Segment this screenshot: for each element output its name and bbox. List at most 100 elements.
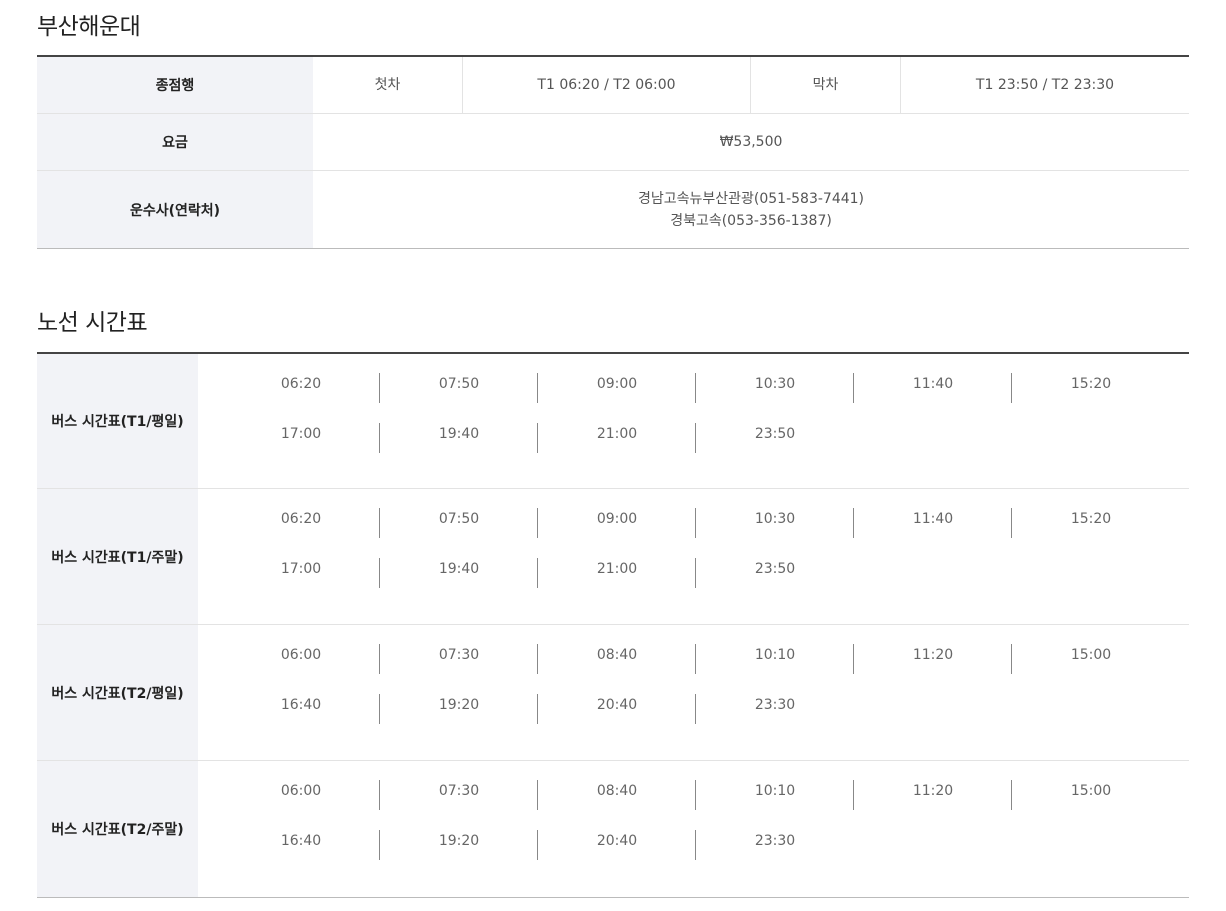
section-title-timetable: 노선 시간표 <box>37 310 148 336</box>
operator-2: 경북고속(053-356-1387) <box>670 212 832 229</box>
departure-time: 23:50 <box>696 558 854 588</box>
departure-time: 06:20 <box>222 508 380 538</box>
operator-value: 경남고속뉴부산관광(051-583-7441) 경북고속(053-356-138… <box>313 171 1189 248</box>
departure-time-text: 11:40 <box>912 376 954 392</box>
timetable-row-label: 버스 시간표(T2/평일) <box>37 625 198 760</box>
departure-time-text: 07:30 <box>438 783 480 799</box>
timetable-times: 06:20 07:50 09:00 10:30 11:40 15:20 17:00 19:40… <box>198 489 1189 624</box>
time-line: 06:20 07:50 09:00 10:30 11:40 15:20 <box>222 372 1189 422</box>
departure-time: 15:20 <box>1012 373 1170 403</box>
route-info-table: 종점행 첫차 T1 06:20 / T2 06:00 막차 T1 23:50 /… <box>37 55 1189 249</box>
operator-1: 경남고속뉴부산관광(051-583-7441) <box>637 190 865 207</box>
departure-time: 09:00 <box>538 508 696 538</box>
timetable: 버스 시간표(T1/평일) 06:20 07:50 09:00 10:30 11:40 15… <box>37 352 1189 898</box>
timetable-row: 버스 시간표(T1/평일) 06:20 07:50 09:00 10:30 11:40 15… <box>37 354 1189 489</box>
departure-time: 19:40 <box>380 558 538 588</box>
timetable-row-label: 버스 시간표(T1/평일) <box>37 354 198 488</box>
departure-time: 10:10 <box>696 644 854 674</box>
departure-time: 19:40 <box>380 423 538 453</box>
info-row-terminal: 종점행 첫차 T1 06:20 / T2 06:00 막차 T1 23:50 /… <box>37 57 1189 114</box>
departure-time-text: 10:10 <box>754 647 796 663</box>
departure-time: 23:30 <box>696 830 854 860</box>
departure-time: 10:30 <box>696 373 854 403</box>
departure-time-text: 19:20 <box>438 833 480 849</box>
timetable-times: 06:00 07:30 08:40 10:10 11:20 15:00 16:40 19:20… <box>198 761 1189 897</box>
last-bus-value: T1 23:50 / T2 23:30 <box>975 77 1115 93</box>
fare-label: 요금 <box>37 114 313 170</box>
departure-time: 17:00 <box>222 423 380 453</box>
departure-time-text: 19:40 <box>438 426 480 442</box>
departure-time: 07:50 <box>380 508 538 538</box>
departure-time: 08:40 <box>538 644 696 674</box>
departure-time-text: 19:20 <box>438 697 480 713</box>
departure-time: 08:40 <box>538 780 696 810</box>
departure-time-text: 20:40 <box>596 697 638 713</box>
departure-time: 16:40 <box>222 694 380 724</box>
section-title-busan-haeundae: 부산해운대 <box>37 14 141 40</box>
departure-time: 06:20 <box>222 373 380 403</box>
departure-time-text: 17:00 <box>280 426 322 442</box>
departure-time-text: 11:20 <box>912 647 954 663</box>
departure-time: 10:30 <box>696 508 854 538</box>
timetable-row-label: 버스 시간표(T2/주말) <box>37 761 198 897</box>
departure-time-text: 06:00 <box>280 647 322 663</box>
time-line: 06:00 07:30 08:40 10:10 11:20 15:00 <box>222 643 1189 693</box>
departure-time-text: 08:40 <box>596 783 638 799</box>
info-row-operator: 운수사(연락처) 경남고속뉴부산관광(051-583-7441) 경북고속(05… <box>37 171 1189 248</box>
departure-time-text: 09:00 <box>596 376 638 392</box>
departure-time-text: 23:50 <box>754 561 796 577</box>
departure-time: 07:50 <box>380 373 538 403</box>
departure-time: 07:30 <box>380 780 538 810</box>
time-line: 17:00 19:40 21:00 23:50 <box>222 557 1189 607</box>
departure-time: 16:40 <box>222 830 380 860</box>
operator-label: 운수사(연락처) <box>37 171 313 248</box>
departure-time: 10:10 <box>696 780 854 810</box>
time-line: 06:20 07:50 09:00 10:30 11:40 15:20 <box>222 507 1189 557</box>
departure-time: 07:30 <box>380 644 538 674</box>
departure-time-text: 16:40 <box>280 697 322 713</box>
departure-time: 17:00 <box>222 558 380 588</box>
departure-time: 23:50 <box>696 423 854 453</box>
departure-time-text: 23:30 <box>754 697 796 713</box>
departure-time: 11:40 <box>854 373 1012 403</box>
time-line: 06:00 07:30 08:40 10:10 11:20 15:00 <box>222 779 1189 829</box>
departure-time: 20:40 <box>538 694 696 724</box>
departure-time: 06:00 <box>222 780 380 810</box>
last-bus-label: 막차 <box>751 57 901 113</box>
departure-time-text: 07:50 <box>438 511 480 527</box>
timetable-times: 06:20 07:50 09:00 10:30 11:40 15:20 17:00 19:40… <box>198 354 1189 488</box>
departure-time-text: 23:50 <box>754 426 796 442</box>
departure-time: 11:20 <box>854 644 1012 674</box>
departure-time-text: 06:00 <box>280 783 322 799</box>
departure-time-text: 15:20 <box>1070 511 1112 527</box>
departure-time: 15:20 <box>1012 508 1170 538</box>
departure-time: 11:20 <box>854 780 1012 810</box>
first-bus-value: T1 06:20 / T2 06:00 <box>463 57 751 113</box>
departure-time: 23:30 <box>696 694 854 724</box>
departure-time-text: 10:10 <box>754 783 796 799</box>
departure-time-text: 16:40 <box>280 833 322 849</box>
departure-time: 19:20 <box>380 694 538 724</box>
timetable-row: 버스 시간표(T2/평일) 06:00 07:30 08:40 10:10 11:20 15… <box>37 625 1189 761</box>
departure-time-text: 09:00 <box>596 511 638 527</box>
info-row-fare: 요금 ₩53,500 <box>37 114 1189 171</box>
departure-time-text: 19:40 <box>438 561 480 577</box>
departure-time: 21:00 <box>538 558 696 588</box>
departure-time: 21:00 <box>538 423 696 453</box>
departure-time-text: 21:00 <box>596 426 638 442</box>
departure-time-text: 10:30 <box>754 511 796 527</box>
terminal-label: 종점행 <box>37 57 313 113</box>
time-line: 16:40 19:20 20:40 23:30 <box>222 829 1189 879</box>
timetable-row-label: 버스 시간표(T1/주말) <box>37 489 198 624</box>
departure-time: 19:20 <box>380 830 538 860</box>
timetable-row: 버스 시간표(T2/주말) 06:00 07:30 08:40 10:10 11:20 15… <box>37 761 1189 897</box>
timetable-times: 06:00 07:30 08:40 10:10 11:20 15:00 16:40 19:20… <box>198 625 1189 760</box>
fare-value: ₩53,500 <box>719 134 783 150</box>
first-bus-label: 첫차 <box>313 57 463 113</box>
departure-time-text: 21:00 <box>596 561 638 577</box>
departure-time-text: 15:20 <box>1070 376 1112 392</box>
departure-time-text: 10:30 <box>754 376 796 392</box>
departure-time: 15:00 <box>1012 644 1170 674</box>
departure-time-text: 06:20 <box>280 511 322 527</box>
departure-time: 15:00 <box>1012 780 1170 810</box>
